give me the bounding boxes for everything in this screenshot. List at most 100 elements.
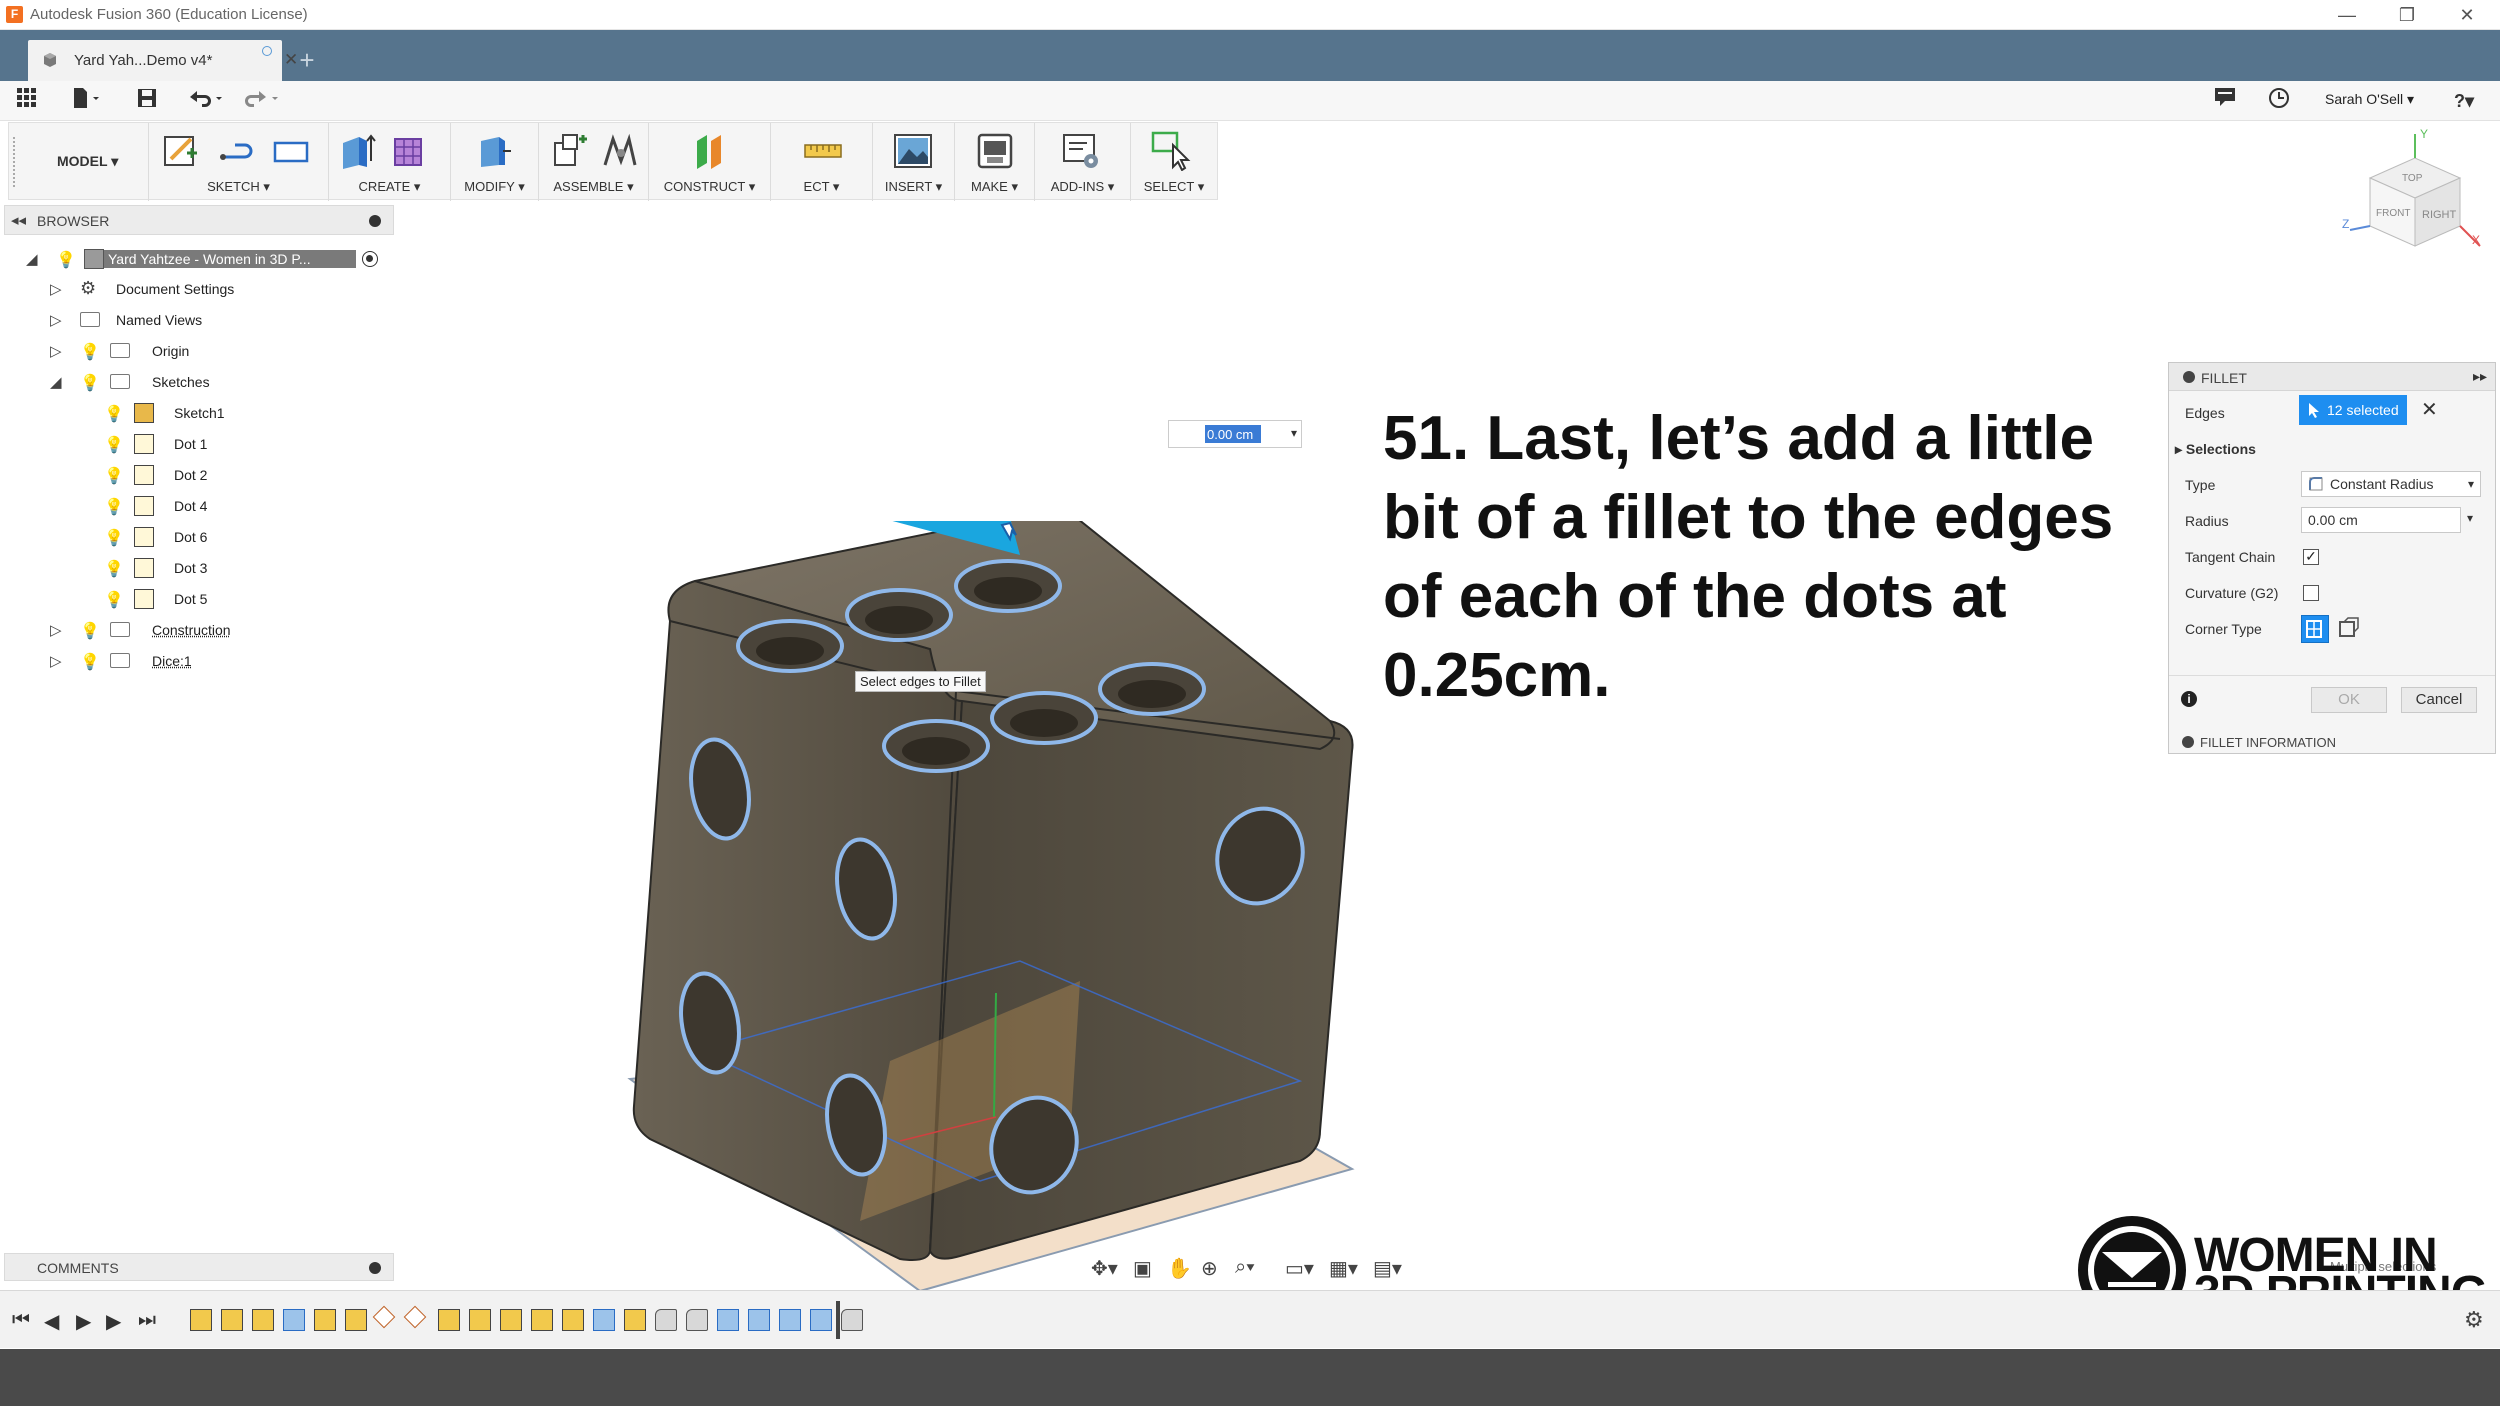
timeline-feature-icon[interactable]	[314, 1309, 336, 1331]
timeline-feature-icon[interactable]	[345, 1309, 367, 1331]
notifications-icon[interactable]	[2210, 87, 2240, 115]
timeline-feature-icon[interactable]	[469, 1309, 491, 1331]
quick-access-bar: Sarah O'Sell ▾ ?▾	[0, 81, 2500, 121]
sketch-group[interactable]: SKETCH ▾	[149, 123, 329, 201]
3d-viewport[interactable]: 51. Last, let’s add a little bit of a fi…	[0, 201, 2500, 1293]
view-cube-front-face[interactable]: FRONT	[2376, 208, 2410, 219]
inspect-group[interactable]: ECT ▾	[771, 123, 873, 201]
look-at-icon[interactable]: ▣	[1133, 1256, 1152, 1281]
file-menu-icon[interactable]	[66, 87, 106, 115]
type-select[interactable]: Constant Radius ▾	[2301, 471, 2481, 497]
ok-button[interactable]: OK	[2311, 687, 2387, 713]
timeline-feature-icon[interactable]	[190, 1309, 212, 1331]
step-back-icon[interactable]: ◀	[44, 1309, 59, 1334]
assemble-group[interactable]: ASSEMBLE ▾	[539, 123, 649, 201]
timeline-feature-icon[interactable]	[655, 1309, 677, 1331]
selections-section[interactable]: ▸ Selections	[2175, 441, 2256, 458]
comments-add-icon[interactable]	[369, 1262, 381, 1274]
3d-print-icon	[977, 133, 1013, 169]
timeline-feature-icon[interactable]	[717, 1309, 739, 1331]
info-icon[interactable]: i	[2181, 691, 2197, 707]
fillet-collapse-icon[interactable]	[2183, 371, 2195, 383]
section-expand-icon: ▸	[2175, 441, 2186, 457]
redo-icon[interactable]	[240, 87, 284, 115]
timeline-feature-icon[interactable]	[562, 1309, 584, 1331]
create-group[interactable]: CREATE ▾	[329, 123, 451, 201]
timeline-feature-icon[interactable]	[593, 1309, 615, 1331]
timeline-feature-icon[interactable]	[531, 1309, 553, 1331]
cancel-button[interactable]: Cancel	[2401, 687, 2477, 713]
insert-group[interactable]: INSERT ▾	[873, 123, 955, 201]
data-panel-grid-icon[interactable]	[12, 87, 42, 115]
clear-selection-icon[interactable]: ✕	[2421, 397, 2438, 422]
add-ins-group[interactable]: ADD-INS ▾	[1035, 123, 1131, 201]
view-cube-top-face[interactable]: TOP	[2402, 173, 2423, 184]
display-settings-icon[interactable]: ▭▾	[1285, 1256, 1314, 1281]
comments-panel[interactable]: COMMENTS	[4, 1253, 394, 1281]
corner-type-setback-button[interactable]	[2335, 615, 2363, 643]
undo-icon[interactable]	[184, 87, 228, 115]
edges-selection-count: 12 selected	[2327, 402, 2399, 418]
go-to-end-icon[interactable]: ⏭	[138, 1309, 156, 1332]
help-menu[interactable]: ?▾	[2442, 87, 2486, 115]
select-label: SELECT ▾	[1143, 179, 1205, 194]
timeline-feature-icon[interactable]	[221, 1309, 243, 1331]
timeline-feature-icon[interactable]	[283, 1309, 305, 1331]
orbit-icon[interactable]: ✥▾	[1091, 1256, 1118, 1281]
timeline-bar: ⏮ ◀ ▶ ▶ ⏭ ⚙	[0, 1290, 2500, 1348]
radius-dropdown-icon[interactable]: ▾	[2467, 511, 2473, 525]
timeline-feature-icon[interactable]	[624, 1309, 646, 1331]
job-status-icon[interactable]	[2264, 87, 2294, 115]
select-group[interactable]: SELECT ▾	[1131, 123, 1217, 201]
corner-type-rolling-ball-button[interactable]	[2301, 615, 2329, 643]
timeline-feature-icon[interactable]	[372, 1305, 396, 1329]
tangent-chain-checkbox[interactable]: ✓	[2303, 549, 2319, 565]
dice-model[interactable]	[600, 521, 1380, 1311]
user-account-menu[interactable]: Sarah O'Sell ▾	[2325, 91, 2414, 108]
close-button[interactable]: ✕	[2442, 2, 2492, 28]
pan-icon[interactable]: ✋	[1167, 1256, 1192, 1281]
viewports-icon[interactable]: ▤▾	[1373, 1256, 1402, 1281]
restore-button[interactable]: ❐	[2382, 2, 2432, 28]
measure-icon	[804, 144, 842, 158]
new-tab-button[interactable]: +	[290, 44, 324, 78]
view-cube[interactable]: TOP FRONT RIGHT Y X Z	[2340, 127, 2490, 268]
timeline-feature-icon[interactable]	[686, 1309, 708, 1331]
dropdown-chevron-icon[interactable]: ▾	[1291, 426, 1297, 440]
line-arc-icon	[220, 143, 253, 160]
save-icon[interactable]	[132, 87, 162, 115]
zoom-icon[interactable]: ⊕	[1201, 1256, 1218, 1281]
undo-arrow-icon	[190, 91, 222, 107]
construct-group[interactable]: CONSTRUCT ▾	[649, 123, 771, 201]
curvature-checkbox[interactable]	[2303, 585, 2319, 601]
minimize-button[interactable]: —	[2322, 2, 2372, 28]
document-tab[interactable]: Yard Yah...Demo v4* ✕	[28, 40, 298, 81]
timeline-settings-gear-icon[interactable]: ⚙	[2464, 1307, 2484, 1333]
modify-group[interactable]: MODIFY ▾	[451, 123, 539, 201]
fillet-radius-input[interactable]	[1205, 425, 1261, 443]
grid-settings-icon[interactable]: ▦▾	[1329, 1256, 1358, 1281]
edges-selection-button[interactable]: 12 selected	[2299, 395, 2407, 425]
workspace-switcher[interactable]: MODEL ▾	[19, 123, 149, 201]
fit-icon[interactable]: ⌕▾	[1235, 1256, 1255, 1279]
timeline-feature-icon[interactable]	[438, 1309, 460, 1331]
fillet-radius-manipulator[interactable]: ▾	[1168, 420, 1302, 448]
step-forward-icon[interactable]: ▶	[106, 1309, 121, 1334]
fillet-information-section[interactable]: FILLET INFORMATION	[2168, 728, 2496, 756]
fillet-header[interactable]: FILLET ▸▸	[2169, 363, 2495, 391]
timeline-marker[interactable]	[836, 1301, 840, 1339]
radius-input[interactable]: 0.00 cm	[2301, 507, 2461, 533]
make-group[interactable]: MAKE ▾	[955, 123, 1035, 201]
timeline-feature-icon[interactable]	[403, 1305, 427, 1329]
view-cube-right-face[interactable]: RIGHT	[2422, 209, 2457, 221]
play-icon[interactable]: ▶	[76, 1309, 91, 1334]
go-to-start-icon[interactable]: ⏮	[12, 1309, 30, 1332]
timeline-feature-icon[interactable]	[748, 1309, 770, 1331]
timeline-feature-icon[interactable]	[500, 1309, 522, 1331]
timeline-feature-icon[interactable]	[841, 1309, 863, 1331]
timeline-feature-icon[interactable]	[779, 1309, 801, 1331]
timeline-feature-icon[interactable]	[810, 1309, 832, 1331]
expand-panel-icon[interactable]: ▸▸	[2473, 368, 2487, 385]
joint-icon	[603, 133, 637, 166]
timeline-feature-icon[interactable]	[252, 1309, 274, 1331]
